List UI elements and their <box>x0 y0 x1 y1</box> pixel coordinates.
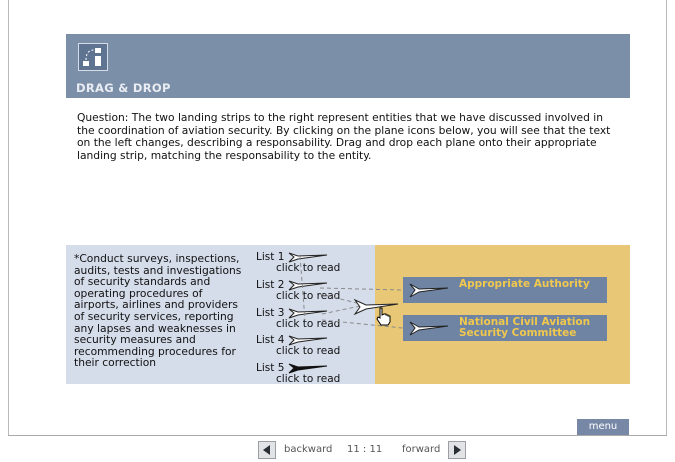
list-item-2[interactable]: List 2 click to read <box>256 279 356 305</box>
header-banner: DRAG & DROP <box>66 34 630 98</box>
menu-button[interactable]: menu <box>577 419 629 435</box>
list-action: click to read <box>276 290 341 302</box>
backward-button[interactable] <box>258 441 276 459</box>
list-action: click to read <box>276 345 341 357</box>
page-title: DRAG & DROP <box>76 81 171 95</box>
list-item-1[interactable]: List 1 click to read <box>256 251 356 277</box>
footer-divider <box>8 435 667 436</box>
strip-label: Appropriate Authority <box>459 278 590 290</box>
backward-label[interactable]: backward <box>284 444 332 455</box>
drag-drop-icon <box>78 43 108 71</box>
landing-strip-authority[interactable]: Appropriate Authority <box>403 277 607 303</box>
list-item-4[interactable]: List 4 click to read <box>256 334 356 360</box>
arrow-right-icon <box>454 445 461 455</box>
list-action: click to read <box>276 318 341 330</box>
plane-outline-icon <box>409 321 449 336</box>
arrow-left-icon <box>263 445 270 455</box>
list-action: click to read <box>276 373 341 385</box>
forward-label[interactable]: forward <box>402 444 440 455</box>
forward-button[interactable] <box>448 441 466 459</box>
page-indicator: 11 : 11 <box>347 444 383 455</box>
strip-label: National Civil Aviation Security Committ… <box>459 316 591 339</box>
landing-strip-committee[interactable]: National Civil Aviation Security Committ… <box>403 315 607 341</box>
list-action: click to read <box>276 262 341 274</box>
page-navigation: backward 11 : 11 forward <box>0 441 675 461</box>
list-item-3[interactable]: List 3 click to read <box>256 307 356 333</box>
responsibility-text: *Conduct surveys, inspections, audits, t… <box>74 252 242 370</box>
plane-outline-icon <box>409 283 449 298</box>
question-text: Question: The two landing strips to the … <box>77 111 611 162</box>
list-item-5[interactable]: List 5 click to read <box>256 362 356 388</box>
